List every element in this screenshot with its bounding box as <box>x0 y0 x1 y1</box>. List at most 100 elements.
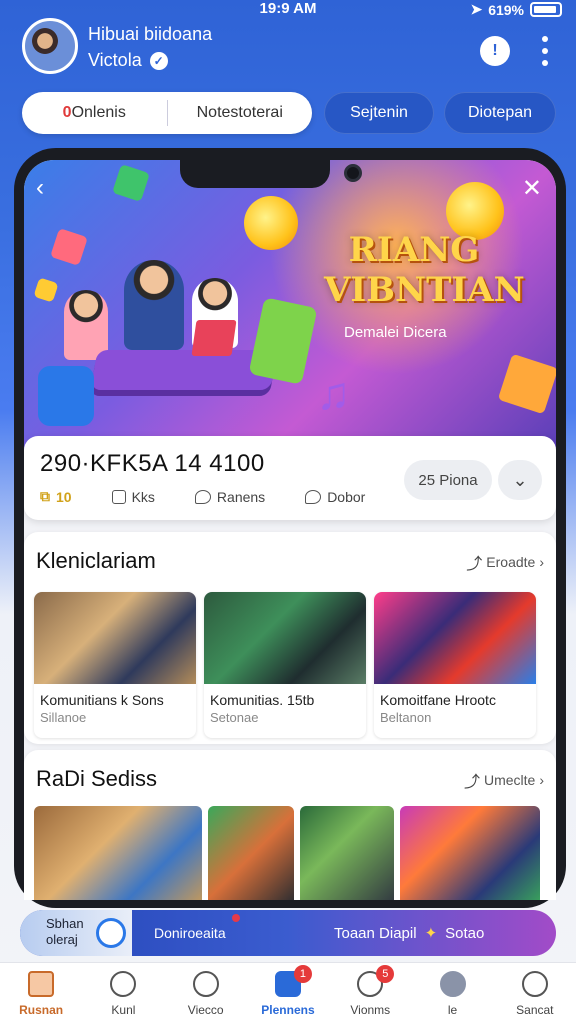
comment-icon <box>194 489 211 504</box>
tabbar-label: Plennens <box>261 1003 315 1017</box>
music-note-icon: ♫ <box>316 367 351 419</box>
tabbar-item-le[interactable]: le <box>411 963 493 1024</box>
card-image <box>204 592 366 684</box>
tabbar-label: Kunl <box>111 1003 136 1017</box>
profile-subtitle: Victola ✓ <box>88 50 168 71</box>
stat-ranens[interactable]: Ranens <box>194 488 266 505</box>
bottom-tab-bar: Rusnan Kunl Viecco 1 Plennens 5 Vionms l… <box>0 962 576 1024</box>
card-subtitle: Setonae <box>210 710 259 725</box>
bag-icon <box>111 489 126 504</box>
chat-icon: ! <box>492 42 498 59</box>
phone-notch <box>180 160 330 188</box>
home-icon <box>28 971 55 997</box>
filter-pill-diotepan[interactable]: Diotepan <box>444 92 556 134</box>
section-more-link[interactable]: ⤴ Eroadte › <box>466 550 544 574</box>
close-icon[interactable]: ✕ <box>522 174 542 203</box>
hero-banner[interactable]: ♫ RIANG VIBNTIAN Demalei Dicera ‹ ✕ <box>24 160 556 450</box>
more-dot <box>542 48 548 54</box>
search-icon <box>110 971 137 997</box>
status-indicators: ➤ 619% <box>470 1 562 18</box>
thumbnail[interactable] <box>400 806 540 900</box>
tabbar-item-home[interactable]: Rusnan <box>0 963 82 1024</box>
section-title: RaDi Sediss <box>36 766 158 791</box>
avatar[interactable] <box>22 18 78 74</box>
promo-bar[interactable]: Sbhan oleraj Doniroeaita Toaan Diapil ✦ … <box>20 910 556 956</box>
phone-screen: ♫ RIANG VIBNTIAN Demalei Dicera ‹ ✕ 290·… <box>24 160 556 900</box>
stat-dobor-label: Dobor <box>327 488 366 505</box>
community-card[interactable]: Komunitias. 15tb Setonae <box>204 592 366 738</box>
tabbar-label: Sancat <box>516 1003 554 1017</box>
event-title: 290·KFK5A 14 4100 <box>40 450 265 477</box>
profile-name: Hibuai biidoana <box>88 24 213 44</box>
tab-label: Onlenis <box>71 104 126 121</box>
community-card[interactable]: Komoitfane Hrootc Beltanon <box>374 592 536 738</box>
thumbnail[interactable] <box>300 806 394 900</box>
battery-icon <box>530 2 562 17</box>
price-button[interactable]: 25 Piona <box>404 460 492 500</box>
promo-center-label: Doniroeaita <box>154 925 226 941</box>
stat-kks[interactable]: Kks <box>111 488 155 505</box>
community-section: Kleniclariam ⤴ Eroadte › Komunitians k S… <box>24 532 556 744</box>
section-more-link[interactable]: ⤴ Umeclte › <box>464 768 544 792</box>
cube-decoration <box>50 228 88 266</box>
event-info-card: 290·KFK5A 14 4100 ⧉ 10 Kks Ranens Dobor 2… <box>24 436 556 520</box>
camera-icon <box>344 164 362 182</box>
stat-ranens-label: Ranens <box>216 488 266 505</box>
cube-decoration <box>33 277 59 303</box>
chevron-right-icon: › <box>539 554 544 570</box>
chat-button[interactable]: ! <box>480 36 510 66</box>
chevron-down-icon[interactable]: ⌄ <box>498 460 542 500</box>
location-icon: ➤ <box>470 1 483 17</box>
share-icon: ⤴ <box>466 556 483 573</box>
section-title: Kleniclariam <box>36 548 156 573</box>
comment-icon <box>305 489 322 504</box>
banner-title: RIANG VIBNTIAN <box>324 230 525 310</box>
more-options-button[interactable] <box>540 36 550 66</box>
speaker-illustration <box>38 366 94 426</box>
tabbar-item-vionms[interactable]: 5 Vionms <box>329 963 411 1024</box>
card-image <box>374 592 536 684</box>
filter-pill-sejtenin[interactable]: Sejtenin <box>324 92 434 134</box>
tabbar-item-plennens[interactable]: 1 Plennens <box>247 963 329 1024</box>
tab-onlenis[interactable]: 0Onlenis <box>22 104 167 122</box>
more-dot <box>542 36 548 42</box>
tabbar-item-profile[interactable]: Sancat <box>494 963 576 1024</box>
phone-illustration <box>248 297 318 385</box>
card-subtitle: Sillanoe <box>40 710 87 725</box>
tab-prefix: 0 <box>62 104 72 121</box>
tabbar-label: Rusnan <box>19 1003 64 1017</box>
segment-tabs: 0Onlenis Notestoterai <box>22 92 312 134</box>
event-stats: ⧉ 10 Kks Ranens Dobor <box>40 488 365 505</box>
illustration-adult <box>124 260 184 350</box>
hand-icon <box>96 918 126 948</box>
notification-badge: 1 <box>293 965 312 983</box>
promo-right-label2: Sotao <box>445 924 485 942</box>
illustration-child <box>64 290 108 360</box>
tabbar-item-search[interactable]: Kunl <box>82 963 164 1024</box>
card-subtitle: Beltanon <box>380 710 432 725</box>
tabbar-item-video[interactable]: Viecco <box>165 963 247 1024</box>
card-title: Komunitians k Sons <box>40 692 164 708</box>
verified-icon: ✓ <box>149 51 168 70</box>
tab-label: Notestoterai <box>196 104 283 121</box>
thumbnail[interactable] <box>208 806 294 900</box>
coin-icon: ⧉ <box>40 488 50 504</box>
tabbar-label: Vionms <box>350 1003 391 1017</box>
more-dot <box>542 60 548 66</box>
laptop-illustration <box>191 320 237 356</box>
radio-section: RaDi Sediss ⤴ Umeclte › <box>24 750 556 900</box>
sparkle-icon: ✦ <box>424 925 438 942</box>
back-arrow-icon[interactable]: ‹ <box>36 174 44 202</box>
thumbnail[interactable] <box>34 806 202 900</box>
app-header: Hibuai biidoana Victola ✓ ! <box>0 18 576 82</box>
card-image <box>34 592 196 684</box>
share-icon: ⤴ <box>463 774 480 791</box>
card-title: Komunitias. 15tb <box>210 692 315 708</box>
promo-left: Sbhan oleraj <box>20 910 132 956</box>
tab-notestoterai[interactable]: Notestoterai <box>168 104 313 122</box>
notification-badge: 5 <box>376 965 395 983</box>
stat-dobor[interactable]: Dobor <box>305 488 365 505</box>
promo-right: Toaan Diapil ✦ Sotao <box>334 924 485 943</box>
profile-sub-label: Victola <box>88 50 142 70</box>
community-card[interactable]: Komunitians k Sons Sillanoe <box>34 592 196 738</box>
